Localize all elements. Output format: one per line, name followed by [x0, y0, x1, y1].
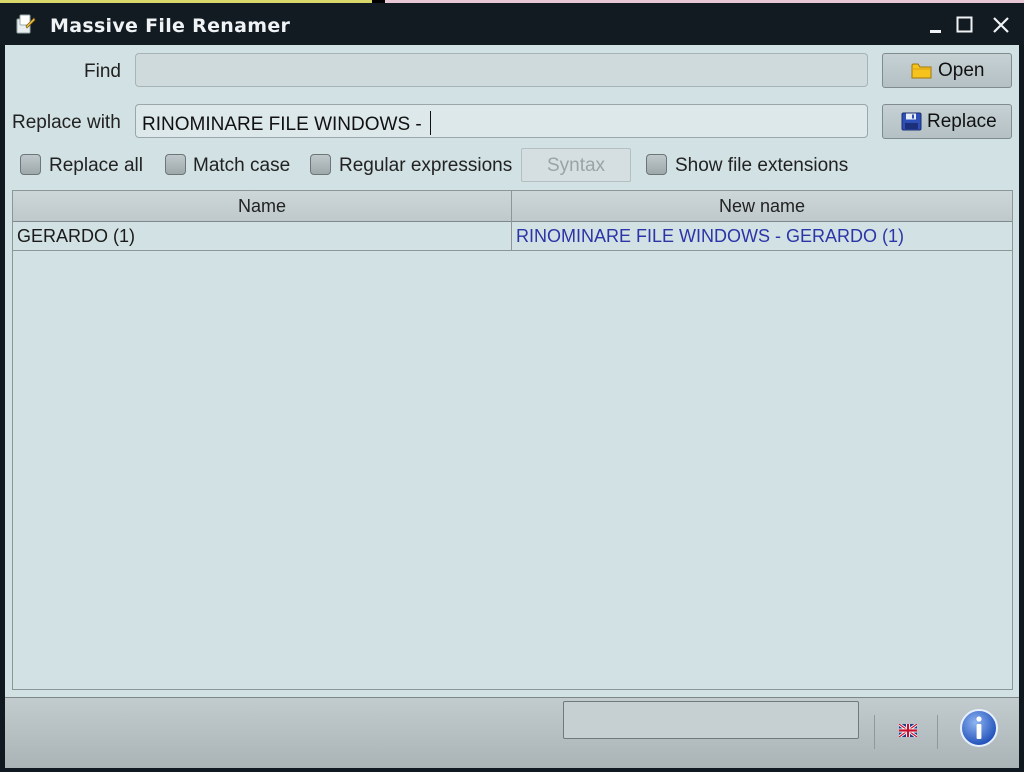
replace-all-label: Replace all — [49, 155, 143, 176]
progress-bar — [563, 701, 859, 739]
match-case-checkbox[interactable] — [165, 154, 186, 175]
main-panel: Find Open Replace with RINOMINARE FILE W… — [5, 45, 1019, 768]
app-window: Massive File Renamer Find Open Replace w… — [0, 0, 1024, 772]
regex-label: Regular expressions — [339, 155, 513, 176]
table-header: Name New name — [13, 191, 1012, 222]
window-title: Massive File Renamer — [50, 15, 291, 37]
column-header-name[interactable]: Name — [13, 191, 511, 221]
title-bar: Massive File Renamer — [0, 3, 1024, 45]
column-header-new-name[interactable]: New name — [512, 191, 1012, 221]
app-icon — [16, 14, 36, 34]
status-bar — [5, 697, 1019, 768]
maximize-icon[interactable] — [950, 11, 978, 39]
info-icon[interactable] — [959, 708, 999, 748]
cell-name: GERARDO (1) — [17, 226, 136, 246]
replace-label: Replace with — [12, 112, 121, 133]
replace-button[interactable]: Replace — [882, 104, 1012, 139]
show-extensions-label: Show file extensions — [675, 155, 849, 176]
regex-checkbox[interactable] — [310, 154, 331, 175]
find-label: Find — [84, 61, 121, 82]
show-extensions-checkbox[interactable] — [646, 154, 667, 175]
uk-flag-icon[interactable] — [899, 724, 917, 737]
replace-button-label: Replace — [927, 111, 997, 132]
replace-input-value: RINOMINARE FILE WINDOWS - — [142, 114, 427, 135]
find-input[interactable] — [135, 53, 868, 87]
status-separator — [874, 715, 875, 749]
file-table: Name New name GERARDO (1) RINOMINARE FIL… — [12, 190, 1013, 690]
folder-icon — [911, 63, 932, 79]
replace-input[interactable]: RINOMINARE FILE WINDOWS - — [135, 104, 868, 138]
save-icon — [901, 112, 922, 131]
table-row[interactable]: GERARDO (1) RINOMINARE FILE WINDOWS - GE… — [13, 222, 1012, 251]
replace-all-checkbox[interactable] — [20, 154, 41, 175]
status-separator — [937, 715, 938, 749]
syntax-button-label: Syntax — [546, 155, 606, 176]
open-button[interactable]: Open — [882, 53, 1012, 88]
open-button-label: Open — [938, 60, 985, 81]
text-caret — [430, 111, 431, 135]
match-case-label: Match case — [193, 155, 291, 176]
close-icon[interactable] — [987, 11, 1015, 39]
cell-new-name: RINOMINARE FILE WINDOWS - GERARDO (1) — [516, 226, 905, 246]
minimize-icon[interactable] — [921, 11, 949, 39]
syntax-button[interactable]: Syntax — [521, 148, 631, 182]
